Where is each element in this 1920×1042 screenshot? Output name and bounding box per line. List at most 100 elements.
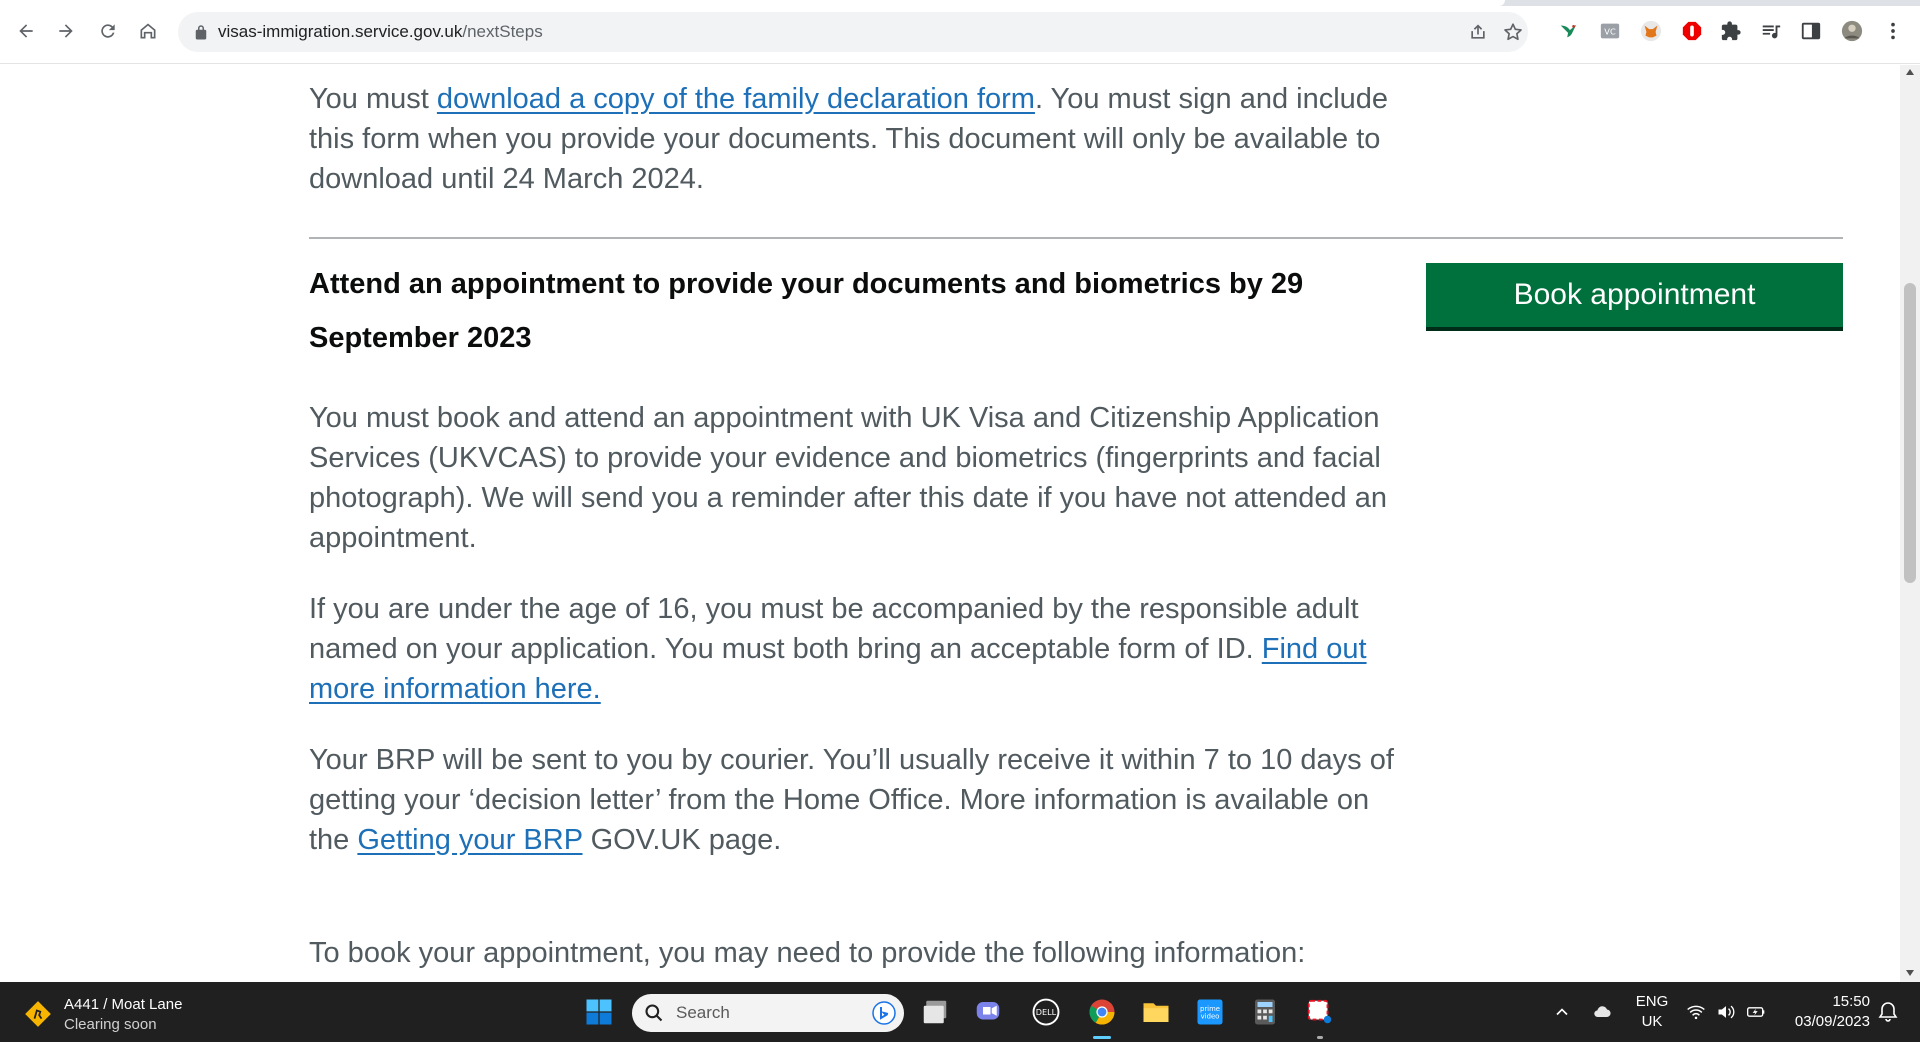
battery-tray-icon[interactable]: [1744, 1000, 1768, 1024]
taskbar-dell[interactable]: DELL: [1028, 994, 1064, 1030]
task-view-icon: [923, 1000, 947, 1024]
extension-hummingbird[interactable]: [1556, 18, 1582, 44]
chrome-icon: [1089, 999, 1115, 1025]
profile-avatar[interactable]: [1839, 18, 1865, 44]
bookmark-star-icon[interactable]: [1502, 21, 1524, 43]
extension-metamask[interactable]: [1638, 18, 1664, 44]
kebab-menu-icon: [1891, 22, 1895, 40]
volume-tray-icon[interactable]: [1714, 1000, 1738, 1024]
brp-paragraph: Your BRP will be sent to you by courier.…: [309, 740, 1409, 860]
wifi-icon: [1687, 1005, 1705, 1020]
vc-icon: VC: [1600, 23, 1620, 39]
system-clock[interactable]: 15:50 03/09/2023: [1780, 992, 1870, 1032]
scroll-down-arrow[interactable]: [1906, 970, 1914, 976]
arrow-left-icon: [19, 24, 33, 38]
show-hidden-icons-button[interactable]: [1550, 1000, 1574, 1024]
lang-line1: ENG: [1635, 993, 1669, 1010]
input-language[interactable]: ENG UK: [1632, 992, 1672, 1032]
family-declaration-paragraph: You must download a copy of the family d…: [309, 79, 1409, 199]
playlist-icon: [1762, 25, 1781, 39]
lock-icon[interactable]: [192, 23, 210, 41]
taskbar-teams[interactable]: [970, 994, 1006, 1030]
search-icon: [645, 1004, 663, 1022]
ukvcas-paragraph: You must book and attend an appointment …: [309, 402, 1387, 554]
taskbar-task-view[interactable]: [917, 994, 953, 1030]
tab-strip: [0, 0, 1920, 6]
dell-logo-icon: DELL: [1032, 998, 1060, 1026]
side-panel-button[interactable]: [1798, 18, 1824, 44]
para4-after: GOV.UK page.: [582, 824, 782, 856]
extension-vc[interactable]: VC: [1597, 18, 1623, 44]
speaker-icon: [1718, 1005, 1735, 1019]
onedrive-tray-icon[interactable]: [1590, 1000, 1614, 1024]
chrome-active-indicator: [1093, 1036, 1111, 1039]
calculator-icon: [1255, 999, 1275, 1025]
scroll-up-arrow[interactable]: [1906, 69, 1914, 75]
notification-bell-icon[interactable]: [1876, 1000, 1900, 1024]
clock-date: 03/09/2023: [1794, 1013, 1870, 1030]
folder-icon: [1143, 1003, 1169, 1022]
reload-button[interactable]: [92, 15, 124, 47]
getting-your-brp-link[interactable]: Getting your BRP: [357, 824, 582, 856]
side-panel-icon: [1801, 22, 1821, 40]
windows-logo-icon: [586, 999, 612, 1025]
taskbar-calculator[interactable]: [1247, 994, 1283, 1030]
page-content: You must download a copy of the family d…: [0, 65, 1900, 982]
address-bar[interactable]: visas-immigration.service.gov.uk/nextSte…: [178, 12, 1528, 52]
para1-before: You must: [309, 83, 437, 115]
wifi-tray-icon[interactable]: [1684, 1000, 1708, 1024]
home-icon: [140, 23, 156, 39]
extension-adblock[interactable]: [1679, 18, 1705, 44]
taskbar-search[interactable]: Search: [632, 994, 904, 1032]
arrow-right-icon: [59, 24, 73, 38]
under-16-paragraph: If you are under the age of 16, you must…: [309, 589, 1409, 709]
snipping-running-indicator: [1317, 1036, 1323, 1039]
home-button[interactable]: [132, 15, 164, 47]
page-scrollbar[interactable]: [1900, 65, 1920, 982]
battery-charging-icon: [1747, 1007, 1765, 1017]
appointment-heading: Attend an appointment to provide your do…: [309, 268, 1304, 354]
url-text[interactable]: visas-immigration.service.gov.uk/nextSte…: [218, 22, 543, 42]
chat-icon: [976, 1002, 1000, 1020]
hummingbird-icon: [1560, 24, 1577, 38]
scrollbar-thumb[interactable]: [1904, 283, 1916, 583]
section-divider: [309, 237, 1843, 239]
taskbar-chrome[interactable]: [1084, 994, 1120, 1030]
share-icon[interactable]: [1468, 22, 1488, 42]
stop-icon: [1682, 21, 1702, 41]
bing-icon[interactable]: [872, 1001, 896, 1025]
taskbar-file-explorer[interactable]: [1138, 994, 1174, 1030]
browser-toolbar: visas-immigration.service.gov.uk/nextSte…: [0, 0, 1920, 64]
avatar-icon: [1841, 20, 1863, 42]
svg-text:DELL: DELL: [1036, 1007, 1057, 1017]
search-label: Search: [676, 1003, 730, 1022]
chevron-up-icon: [1556, 1008, 1568, 1016]
active-tab-edge[interactable]: [0, 0, 1505, 6]
extensions-button[interactable]: [1718, 18, 1744, 44]
cloud-icon: [1594, 1006, 1611, 1018]
weather-widget[interactable]: A441 / Moat Lane Clearing soon: [24, 992, 254, 1034]
reload-icon: [101, 24, 115, 38]
taskbar-prime-video[interactable]: prime video: [1192, 994, 1228, 1030]
taskbar-snipping-tool[interactable]: [1302, 994, 1338, 1030]
url-host: visas-immigration.service.gov.uk: [218, 22, 463, 41]
svg-text:VC: VC: [1604, 27, 1616, 37]
reading-list-button[interactable]: [1758, 18, 1784, 44]
windows-taskbar: A441 / Moat Lane Clearing soon Search DE…: [0, 982, 1920, 1042]
prime-video-icon: primevideo: [1197, 999, 1223, 1025]
svg-text:video: video: [1201, 1012, 1220, 1020]
weather-title: A441 / Moat Lane: [64, 996, 183, 1013]
para3-before: If you are under the age of 16, you must…: [309, 593, 1359, 665]
book-appointment-button[interactable]: Book appointment: [1426, 263, 1843, 327]
url-path: /nextSteps: [462, 22, 543, 41]
chrome-menu-button[interactable]: [1880, 18, 1906, 44]
start-button[interactable]: [581, 994, 617, 1030]
lang-line2: UK: [1641, 1013, 1663, 1030]
snipping-tool-icon: [1307, 999, 1332, 1024]
back-button[interactable]: [10, 15, 42, 47]
traffic-warning-icon: [25, 1001, 51, 1027]
fox-icon: [1640, 20, 1662, 42]
weather-status: Clearing soon: [64, 1016, 157, 1033]
family-declaration-link[interactable]: download a copy of the family declaratio…: [437, 83, 1035, 115]
forward-button[interactable]: [50, 15, 82, 47]
